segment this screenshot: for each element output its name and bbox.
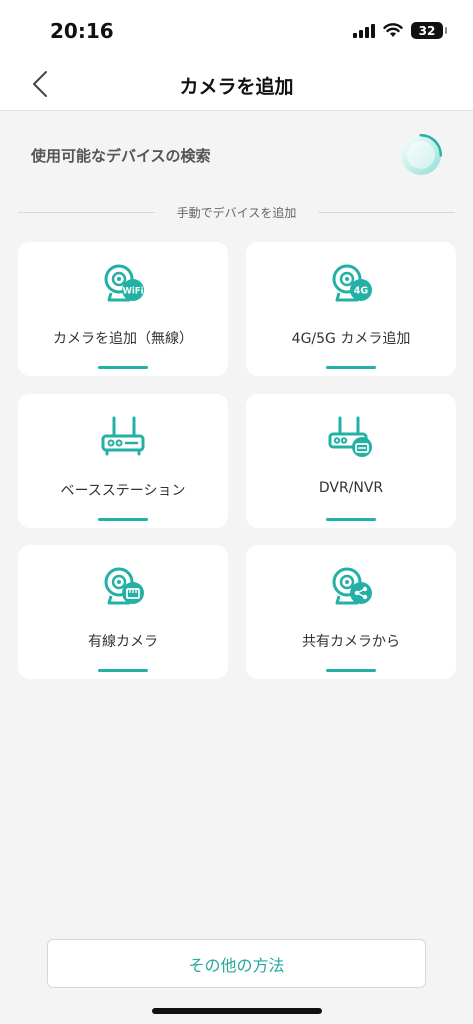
card-label: 4G/5G カメラ追加 xyxy=(291,331,411,347)
battery-level: 32 xyxy=(418,23,436,38)
wired-camera-card[interactable]: 有線カメラ xyxy=(18,545,228,679)
add-wireless-camera-card[interactable]: WiFi カメラを追加（無線） xyxy=(18,242,228,376)
cellular-signal-icon xyxy=(353,23,375,38)
status-bar: 20:16 32 xyxy=(0,0,473,58)
card-label: カメラを追加（無線） xyxy=(53,331,193,347)
other-methods-button[interactable]: その他の方法 xyxy=(47,939,426,988)
manual-add-heading: 手動でデバイスを追加 xyxy=(176,205,297,220)
4g-badge-text: 4G xyxy=(354,286,369,297)
manual-add-divider: 手動でデバイスを追加 xyxy=(18,202,455,222)
card-label: DVR/NVR xyxy=(318,480,384,496)
card-underline xyxy=(326,366,376,369)
wifi-badge-text: WiFi xyxy=(122,287,143,297)
status-icons: 32 xyxy=(353,22,447,39)
device-search-label: 使用可能なデバイスの検索 xyxy=(31,147,211,165)
status-time: 20:16 xyxy=(50,19,114,43)
card-label: ベースステーション xyxy=(60,483,186,499)
shared-camera-card[interactable]: 共有カメラから xyxy=(246,545,456,679)
home-indicator xyxy=(152,1008,322,1014)
card-underline xyxy=(98,366,148,369)
battery-icon: 32 xyxy=(411,22,447,39)
dvr-nvr-icon xyxy=(328,416,372,457)
card-underline xyxy=(98,669,148,672)
add-camera-screen: 20:16 32 カメラを追加 使用可能なデバイスの検索 手動でデバイスを追加 … xyxy=(0,0,473,1024)
wifi-signal-icon xyxy=(383,23,403,37)
card-label: 有線カメラ xyxy=(88,634,158,650)
card-underline xyxy=(326,518,376,521)
card-underline xyxy=(326,669,376,672)
card-label: 共有カメラから xyxy=(302,634,400,650)
divider-line-left xyxy=(18,211,155,213)
divider-line-right xyxy=(318,211,455,213)
wired-camera-icon xyxy=(104,567,144,605)
page-title: カメラを追加 xyxy=(179,76,294,98)
wifi-camera-icon: WiFi xyxy=(104,264,144,302)
add-4g-5g-camera-card[interactable]: 4G 4G/5G カメラ追加 xyxy=(246,242,456,376)
shared-camera-icon xyxy=(332,567,372,605)
4g-camera-icon: 4G xyxy=(332,264,372,302)
card-underline xyxy=(98,518,148,521)
base-station-icon xyxy=(101,416,145,456)
base-station-card[interactable]: ベースステーション xyxy=(18,394,228,528)
scan-spinner-icon xyxy=(401,134,442,175)
navigation-bar: カメラを追加 xyxy=(0,58,473,111)
dvr-nvr-card[interactable]: DVR/NVR xyxy=(246,394,456,528)
